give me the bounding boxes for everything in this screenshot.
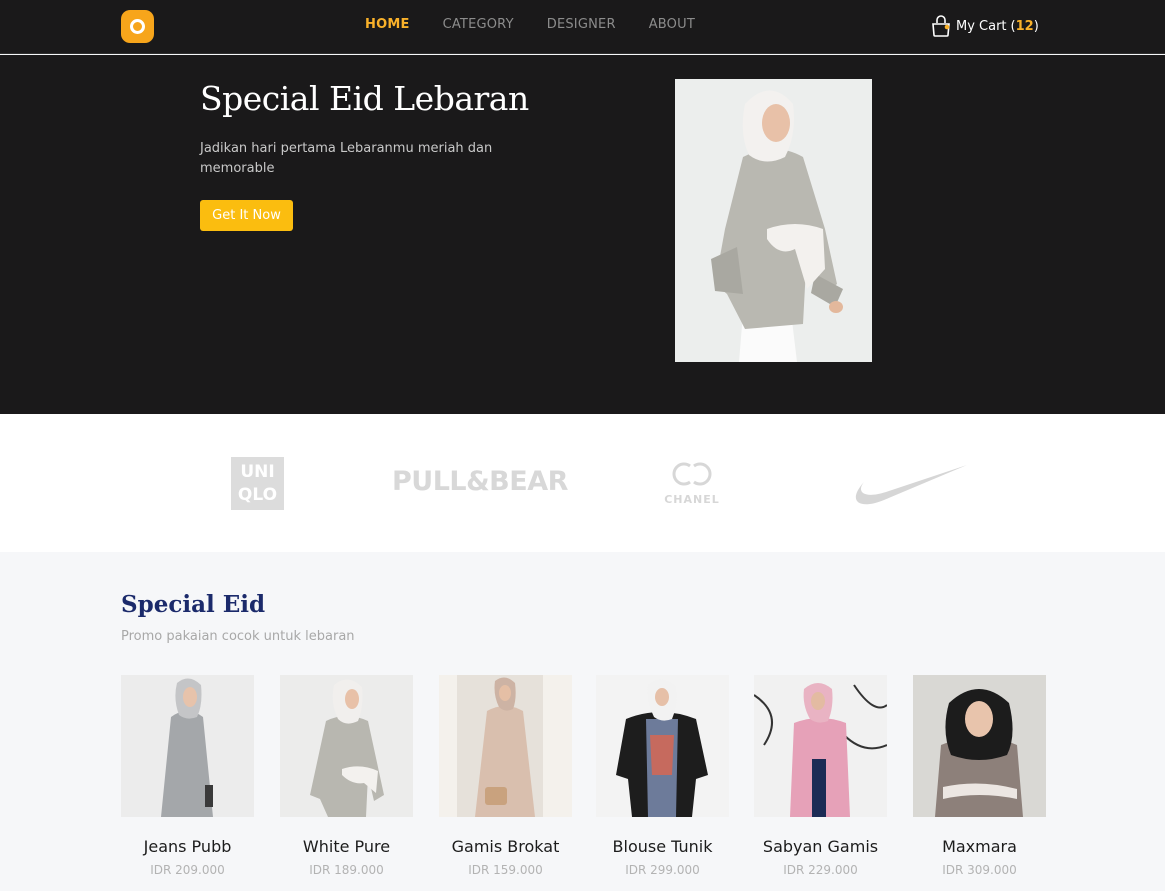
pullbear-logo: PULL&BEAR (392, 466, 568, 497)
uniqlo-text-bottom: QLO (237, 485, 278, 506)
main-menu: HOME CATEGORY DESIGNER ABOUT (365, 17, 728, 32)
product-image[interactable] (596, 675, 729, 817)
section-title: Special Eid (121, 591, 266, 618)
menu-home[interactable]: HOME (365, 17, 410, 32)
product-card[interactable]: Sabyan Gamis IDR 229.000 (754, 675, 887, 877)
chanel-text: CHANEL (664, 493, 720, 506)
cart-link[interactable]: My Cart (12) (931, 15, 1039, 37)
uniqlo-text-top: UNI (240, 461, 275, 482)
hero-section: Special Eid Lebaran Jadikan hari pertama… (0, 55, 1165, 414)
product-name[interactable]: Maxmara (913, 837, 1046, 856)
product-image[interactable] (913, 675, 1046, 817)
section-subtitle: Promo pakaian cocok untuk lebaran (121, 629, 355, 644)
product-name[interactable]: Sabyan Gamis (754, 837, 887, 856)
hero-subtitle: Jadikan hari pertama Lebaranmu meriah da… (200, 141, 493, 176)
product-card[interactable]: Maxmara IDR 309.000 (913, 675, 1046, 877)
product-price: IDR 299.000 (625, 863, 700, 877)
menu-about[interactable]: ABOUT (649, 17, 695, 32)
logo-icon[interactable] (121, 10, 154, 43)
product-card[interactable]: Jeans Pubb IDR 209.000 (121, 675, 254, 877)
product-image[interactable] (121, 675, 254, 817)
product-name[interactable]: Jeans Pubb (121, 837, 254, 856)
hero-title: Special Eid Lebaran (200, 79, 529, 118)
brand-logos: UNI QLO PULL&BEAR CHANEL (0, 414, 1165, 552)
product-price: IDR 209.000 (150, 863, 225, 877)
product-name[interactable]: Blouse Tunik (596, 837, 729, 856)
product-card[interactable]: Gamis Brokat IDR 159.000 (439, 675, 572, 877)
chanel-logo: CHANEL (660, 460, 724, 506)
menu-designer[interactable]: DESIGNER (547, 17, 616, 32)
product-price: IDR 189.000 (309, 863, 384, 877)
product-price: IDR 309.000 (942, 863, 1017, 877)
get-it-now-button[interactable]: Get It Now (200, 200, 293, 231)
shopping-bag-icon (932, 15, 950, 37)
product-image[interactable] (754, 675, 887, 817)
hero-model-image (675, 79, 872, 362)
chanel-cc-icon (672, 462, 712, 486)
product-name[interactable]: Gamis Brokat (439, 837, 572, 856)
cart-label: My Cart (956, 18, 1007, 34)
top-navbar: HOME CATEGORY DESIGNER ABOUT My Cart (12… (0, 0, 1165, 54)
cart-count-close: ) (1033, 18, 1039, 34)
nike-swoosh-logo (850, 462, 968, 512)
product-card[interactable]: Blouse Tunik IDR 299.000 (596, 675, 729, 877)
product-price: IDR 229.000 (783, 863, 858, 877)
menu-category[interactable]: CATEGORY (443, 17, 514, 32)
product-card[interactable]: White Pure IDR 189.000 (280, 675, 413, 877)
product-price: IDR 159.000 (468, 863, 543, 877)
product-image[interactable] (280, 675, 413, 817)
product-image[interactable] (439, 675, 572, 817)
uniqlo-logo: UNI QLO (231, 457, 284, 510)
cart-count: 12 (1015, 18, 1034, 34)
product-name[interactable]: White Pure (280, 837, 413, 856)
